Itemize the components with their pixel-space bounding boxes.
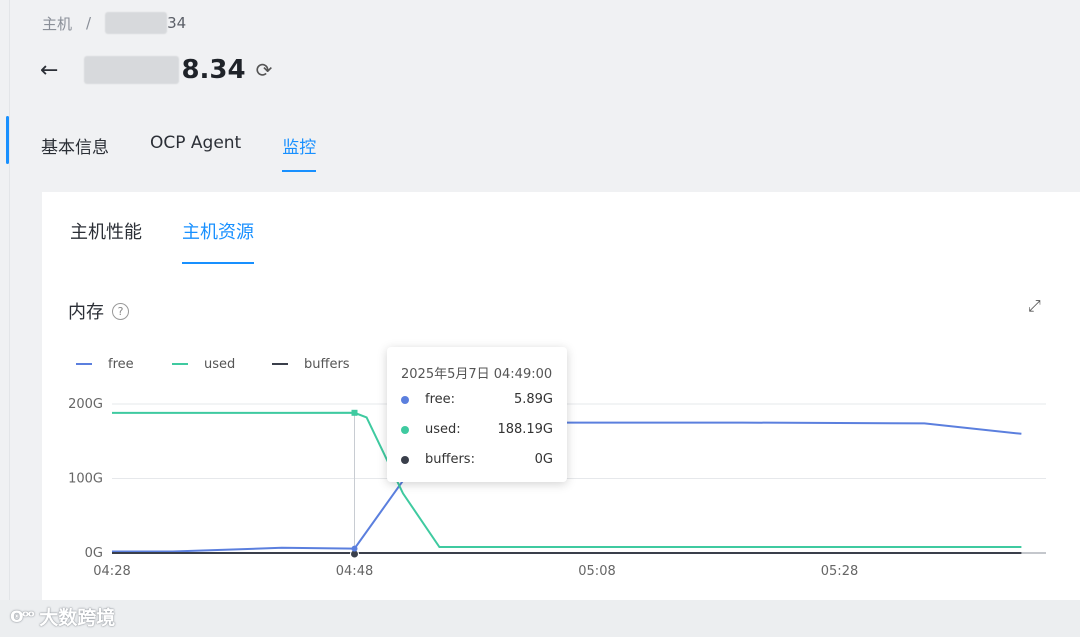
x-tick-label: 04:28: [93, 564, 130, 579]
buffers-dot-icon: [401, 455, 409, 464]
y-tick-label: 100G: [68, 472, 103, 487]
tooltip-row-used: used: 188.19G: [401, 422, 553, 437]
legend-label-buffers: buffers: [304, 357, 350, 372]
x-tick-label: 05:28: [821, 564, 858, 579]
memory-chart: 0G 100G 200G 04:28 04:48 05:08 05:28 free used bu…: [68, 357, 1046, 579]
tooltip-row-buffers: buffers: 0G: [401, 452, 553, 467]
tooltip-row-free: free: 5.89G: [401, 392, 553, 407]
legend-label-used: used: [204, 357, 235, 372]
free-dot-icon: [401, 395, 409, 404]
used-dot-icon: [401, 425, 409, 434]
watermark-logo-icon: ʘᵒᵒ: [10, 607, 35, 626]
point-free: [351, 545, 358, 552]
tooltip-title: 2025年5月7日 04:49:00: [401, 367, 553, 382]
x-tick-label: 04:48: [336, 564, 373, 579]
watermark: ʘᵒᵒ 大数跨境: [10, 607, 116, 629]
x-tick-label: 05:08: [578, 564, 615, 579]
y-tick-label: 0G: [85, 546, 103, 561]
y-tick-label: 200G: [68, 397, 103, 412]
chart-tooltip: 2025年5月7日 04:49:00 free: 5.89G used: 188…: [387, 347, 567, 482]
legend-label-free: free: [108, 357, 134, 372]
point-used: [351, 409, 358, 416]
footer-strip: [0, 600, 1080, 637]
